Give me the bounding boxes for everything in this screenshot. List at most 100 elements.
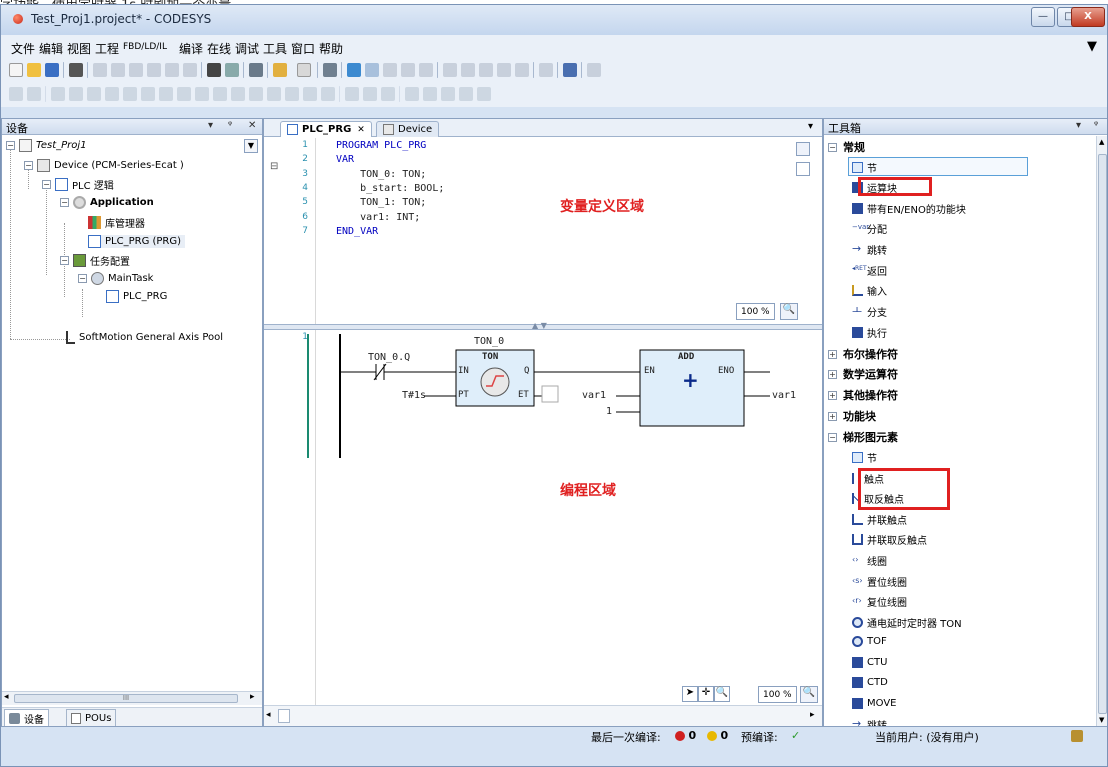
breakpoint-icon[interactable] bbox=[443, 63, 457, 77]
scroll-left-icon[interactable]: ◂ bbox=[266, 710, 271, 720]
negate-icon[interactable] bbox=[459, 87, 473, 101]
cursor-icon[interactable] bbox=[515, 63, 529, 77]
add-file-icon[interactable] bbox=[297, 63, 311, 77]
collapse-icon[interactable]: − bbox=[42, 180, 51, 189]
group-general[interactable]: − 常规 bbox=[828, 139, 865, 155]
stop-icon[interactable] bbox=[401, 63, 415, 77]
menu-debug[interactable]: 调试 bbox=[235, 40, 259, 57]
toolbox-item-jump[interactable]: → 跳转 bbox=[852, 242, 887, 257]
replace-icon[interactable] bbox=[225, 63, 239, 77]
tree-node-library-manager[interactable]: 库管理器 bbox=[88, 215, 145, 230]
group-other-operators[interactable]: + 其他操作符 bbox=[828, 387, 898, 403]
contact-icon[interactable] bbox=[123, 87, 137, 101]
pane-pin-icon[interactable]: ᵠ bbox=[1094, 120, 1098, 131]
collapse-icon[interactable]: − bbox=[6, 141, 15, 150]
logout-icon[interactable] bbox=[365, 63, 379, 77]
assign-icon[interactable] bbox=[51, 87, 65, 101]
parallel-contact-icon[interactable] bbox=[159, 87, 173, 101]
add-object-icon[interactable] bbox=[273, 63, 287, 77]
expand-icon[interactable]: + bbox=[828, 349, 837, 359]
branch-end-icon[interactable] bbox=[381, 87, 395, 101]
tree-node-plc-logic[interactable]: − PLC 逻辑 bbox=[42, 177, 114, 192]
toolbox-item-return[interactable]: ◂RET 返回 bbox=[852, 263, 887, 278]
toolbox-item-ton[interactable]: 通电延时定时器 TON bbox=[852, 615, 962, 630]
precompile-ok-icon[interactable]: ✓ bbox=[791, 729, 800, 742]
collapse-icon[interactable]: − bbox=[24, 161, 33, 170]
warning-count[interactable]: 0 bbox=[707, 729, 728, 742]
menu-tools[interactable]: 工具 bbox=[263, 40, 287, 57]
toolbox-item-input[interactable]: 输入 bbox=[852, 283, 887, 298]
box-en-icon[interactable] bbox=[213, 87, 227, 101]
toolbox-item-ld-jump[interactable]: → 跳转 bbox=[852, 717, 887, 726]
textual-view-icon[interactable] bbox=[796, 142, 810, 156]
menu-file[interactable]: 文件 bbox=[11, 40, 35, 57]
toolbox-item-parallel-contact[interactable]: 并联触点 bbox=[852, 512, 907, 527]
parallel-negated-contact-icon[interactable] bbox=[177, 87, 191, 101]
step-over-icon[interactable] bbox=[461, 63, 475, 77]
scroll-thumb[interactable] bbox=[1098, 154, 1107, 714]
toolbox-item-tof[interactable]: TOF bbox=[852, 636, 887, 647]
comment-icon[interactable] bbox=[321, 87, 335, 101]
menu-help[interactable]: 帮助 bbox=[319, 40, 343, 57]
group-math-operators[interactable]: + 数学运算符 bbox=[828, 366, 898, 382]
start-icon[interactable] bbox=[383, 63, 397, 77]
scroll-up-icon[interactable]: ▲ bbox=[1099, 138, 1104, 146]
devices-horizontal-scrollbar[interactable]: ◂ III ▸ bbox=[2, 691, 262, 705]
pointer-icon[interactable]: ➤ bbox=[682, 686, 698, 702]
write-values-icon[interactable] bbox=[539, 63, 553, 77]
window-icon[interactable] bbox=[249, 63, 263, 77]
group-boolean-operators[interactable]: + 布尔操作符 bbox=[828, 346, 898, 362]
toolbar-options-icon[interactable]: ▼ bbox=[1087, 39, 1097, 54]
toolbox-item-ctd[interactable]: CTD bbox=[852, 677, 888, 688]
expand-icon[interactable]: + bbox=[828, 369, 837, 379]
menu-edit[interactable]: 编辑 bbox=[39, 40, 63, 57]
paste-icon[interactable] bbox=[165, 63, 179, 77]
network-icon[interactable] bbox=[9, 87, 23, 101]
reset-coil-icon[interactable] bbox=[105, 87, 119, 101]
delete-icon[interactable] bbox=[183, 63, 197, 77]
pane-pin-icon[interactable]: ᵠ bbox=[228, 120, 232, 131]
jump-icon[interactable] bbox=[267, 87, 281, 101]
save-icon[interactable] bbox=[45, 63, 59, 77]
cut-icon[interactable] bbox=[129, 63, 143, 77]
collapse-icon[interactable]: − bbox=[78, 274, 87, 283]
copy-icon[interactable] bbox=[147, 63, 161, 77]
set-reset-icon[interactable] bbox=[423, 87, 437, 101]
ladder-editor[interactable]: 1 TON_0 TON_0.Q TON IN PT Q ET T#1s ADD … bbox=[264, 330, 822, 705]
zoom-top-magnifier-icon[interactable]: 🔍 bbox=[780, 303, 798, 320]
menu-fbd-ld-il[interactable]: FBD/LD/IL bbox=[123, 42, 167, 52]
collapse-icon[interactable]: − bbox=[828, 142, 837, 152]
declaration-editor[interactable]: ⊟ 1 2 3 4 5 6 7 PROGRAM PLC_PRG VAR TON_… bbox=[264, 138, 822, 324]
error-count[interactable]: 0 bbox=[675, 729, 696, 742]
zoom-bottom-magnifier-icon[interactable]: 🔍 bbox=[800, 686, 818, 703]
pane-dropdown-icon[interactable]: ▾ bbox=[208, 120, 213, 131]
toolbox-item-reset-coil[interactable]: ‹r› 复位线圈 bbox=[852, 594, 907, 609]
redo-icon[interactable] bbox=[111, 63, 125, 77]
step-out-icon[interactable] bbox=[497, 63, 511, 77]
move-icon[interactable]: ✛ bbox=[698, 686, 714, 702]
branch-start-icon[interactable] bbox=[363, 87, 377, 101]
pane-close-icon[interactable]: ✕ bbox=[248, 120, 256, 131]
tab-plc-prg[interactable]: PLC_PRG ✕ bbox=[280, 121, 372, 137]
step-into-icon[interactable] bbox=[479, 63, 493, 77]
customize-icon[interactable] bbox=[587, 63, 601, 77]
pane-dropdown-icon[interactable]: ▾ bbox=[1076, 120, 1081, 131]
toolbox-item-assignment[interactable]: −var 分配 bbox=[852, 221, 887, 236]
label-icon[interactable] bbox=[303, 87, 317, 101]
undo-icon[interactable] bbox=[93, 63, 107, 77]
box-ld-icon[interactable] bbox=[195, 87, 209, 101]
print-icon[interactable] bbox=[69, 63, 83, 77]
tree-node-plc-prg[interactable]: PLC_PRG (PRG) bbox=[88, 235, 186, 248]
expand-icon[interactable]: + bbox=[828, 390, 837, 400]
shield-icon[interactable] bbox=[1071, 730, 1083, 742]
group-function-blocks[interactable]: + 功能块 bbox=[828, 408, 876, 424]
zoom-level-bottom[interactable]: 100 % bbox=[758, 686, 797, 703]
tabular-view-icon[interactable] bbox=[796, 162, 810, 176]
tree-node-softmotion[interactable]: SoftMotion General Axis Pool bbox=[66, 331, 223, 344]
find-icon[interactable] bbox=[207, 63, 221, 77]
collapse-icon[interactable]: − bbox=[828, 432, 837, 442]
tab-device[interactable]: Device bbox=[376, 121, 440, 137]
scroll-left-icon[interactable]: ◂ bbox=[4, 692, 9, 702]
force-values-icon[interactable] bbox=[563, 63, 577, 77]
build-icon[interactable] bbox=[323, 63, 337, 77]
